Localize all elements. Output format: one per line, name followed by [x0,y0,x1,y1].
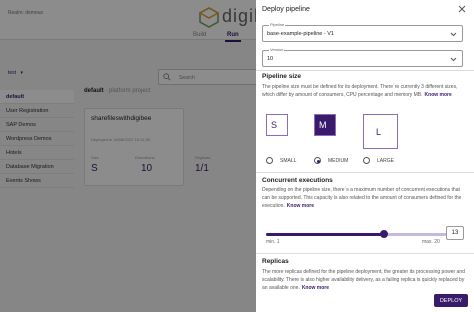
size-large-letter: L [376,127,382,137]
size-medium-radio[interactable] [314,157,321,164]
concurrent-executions-text: Depending on the pipeline size, there´s … [262,186,466,210]
executions-slider-thumb[interactable] [380,230,389,238]
executions-number-input[interactable]: 13 [446,226,464,240]
size-small-letter: S [271,120,278,130]
version-select-label: Version [269,47,285,52]
close-icon[interactable] [458,5,466,13]
replicas-description: The more replicas defined for the pipeli… [262,269,465,291]
size-medium-label: MEDIUM [328,158,349,164]
size-large-label: LARGE [377,158,394,164]
slider-min-label: min. 1 [266,239,280,245]
replicas-text: The more replicas defined for the pipeli… [262,268,466,292]
executions-slider[interactable] [266,230,454,238]
pipeline-size-title: Pipeline size [262,73,302,80]
executions-slider-fill [266,233,385,236]
size-small-option[interactable]: S [266,114,288,136]
divider [256,172,474,173]
replicas-title: Replicas [262,258,289,265]
size-small-label: SMALL [280,158,297,164]
version-select-value: 10 [267,56,274,62]
replicas-know-more-link[interactable]: Know more [302,285,329,291]
concurrent-executions-title: Concurrent executions [262,177,333,184]
pipeline-select-value: base-example-pipeline - V1 [267,31,334,37]
pipeline-size-text: The pipeline size must be defined for it… [262,83,466,99]
size-small-radio[interactable] [266,157,273,164]
version-select[interactable]: Version 10 [262,47,463,67]
deploy-drawer: Deploy pipeline Pipeline base-example-pi… [256,0,474,312]
divider [256,253,474,254]
slider-max-label: max. 20 [422,239,440,245]
chevron-down-icon [450,32,457,37]
size-medium-letter: M [319,120,327,130]
size-large-radio[interactable] [363,157,370,164]
size-medium-option[interactable]: M [314,114,336,136]
pipeline-size-know-more-link[interactable]: Know more [425,92,452,98]
executions-know-more-link[interactable]: Know more [287,203,314,209]
pipeline-select-label: Pipeline [269,22,286,27]
chevron-down-icon [450,57,457,62]
divider [256,70,474,71]
pipeline-select[interactable]: Pipeline base-example-pipeline - V1 [262,22,463,42]
size-large-option[interactable]: L [363,114,398,149]
deploy-button[interactable]: DEPLOY [434,294,468,307]
drawer-title: Deploy pipeline [262,6,310,13]
